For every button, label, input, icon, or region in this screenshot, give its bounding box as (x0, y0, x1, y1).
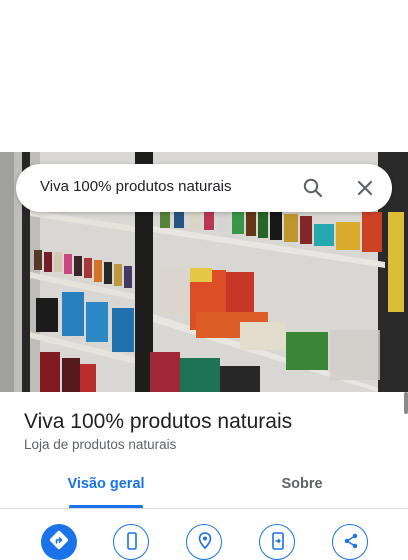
phone-icon (127, 532, 137, 550)
search-icon[interactable] (301, 176, 325, 200)
send-to-phone-button[interactable] (259, 524, 295, 560)
place-category: Loja de produtos naturais (24, 437, 177, 452)
directions-button[interactable] (41, 524, 77, 560)
tab-divider (0, 508, 408, 509)
place-title: Viva 100% produtos naturais (24, 410, 293, 433)
search-bar[interactable]: Viva 100% produtos naturais (16, 164, 392, 212)
tab-overview[interactable]: Visão geral (42, 476, 170, 506)
location-pin-icon (198, 532, 212, 550)
map-blank-area (0, 0, 408, 152)
save-place-button[interactable] (186, 524, 222, 560)
search-input[interactable]: Viva 100% produtos naturais (40, 178, 232, 195)
send-to-phone-icon (272, 532, 284, 550)
share-button[interactable] (332, 524, 368, 560)
call-button[interactable] (113, 524, 149, 560)
tab-about[interactable]: Sobre (238, 476, 366, 506)
scrollbar[interactable] (404, 392, 408, 414)
directions-icon (49, 530, 69, 550)
share-icon (344, 533, 358, 549)
close-icon[interactable] (353, 176, 377, 200)
